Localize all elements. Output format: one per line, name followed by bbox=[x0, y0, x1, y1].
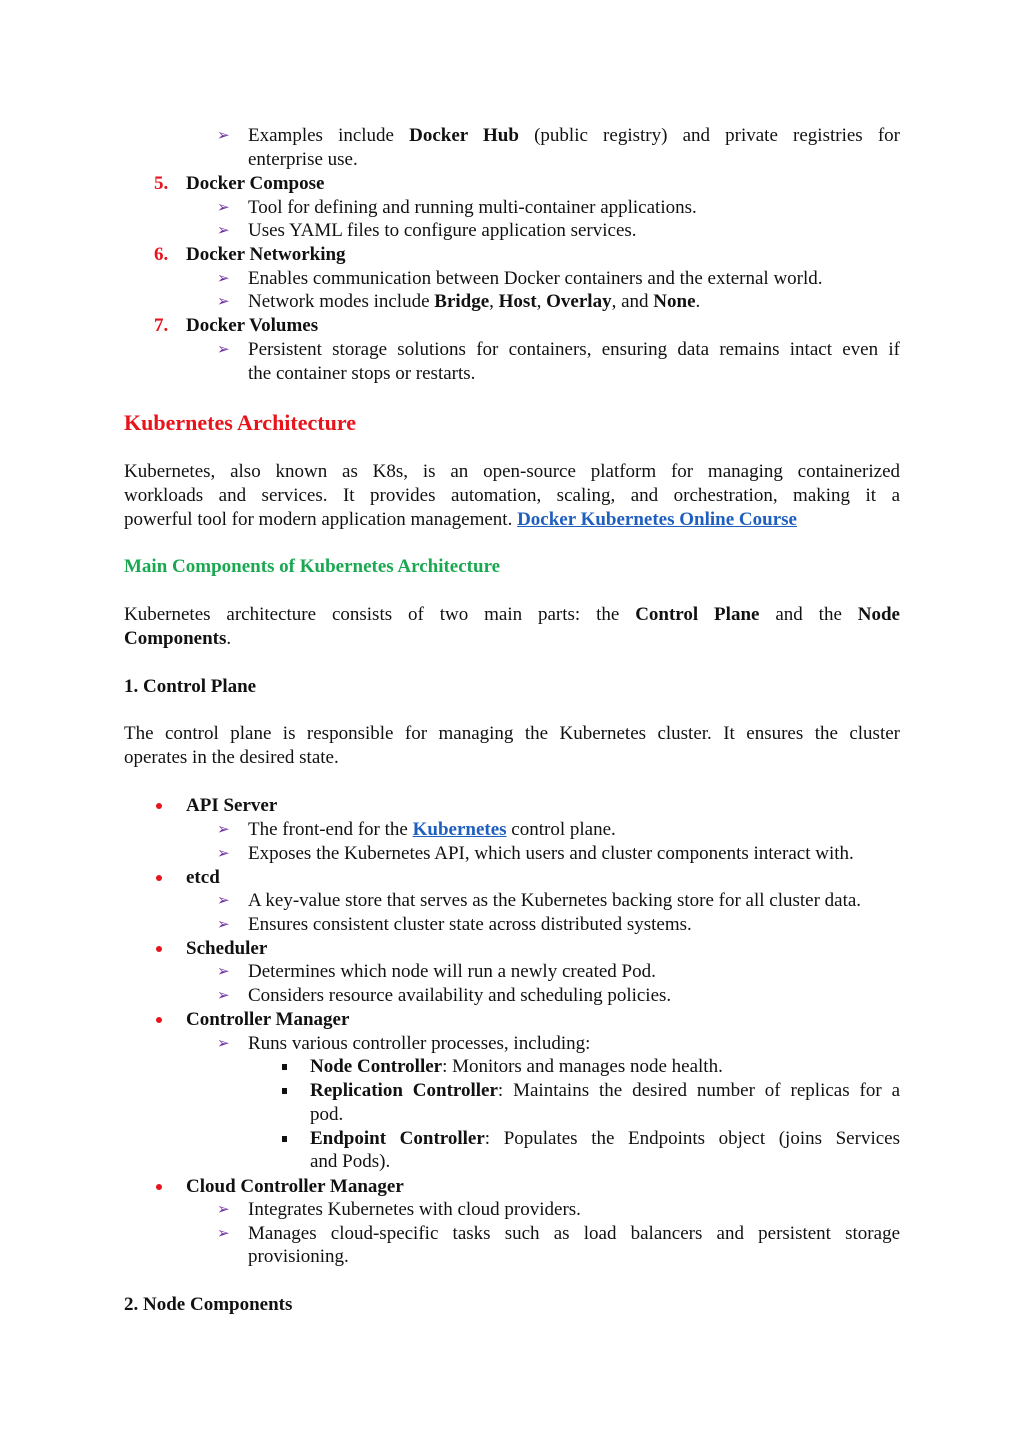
arrow-bullet-icon: ➢ bbox=[217, 988, 230, 1004]
bullet-dot-icon bbox=[156, 946, 162, 952]
paragraph-line: Kubernetes, also known as K8s, is an ope… bbox=[124, 461, 900, 482]
list-bullet-text: A key-value store that serves as the Kub… bbox=[248, 890, 862, 911]
list-bullet-text: Persistent storage solutions for contain… bbox=[248, 339, 900, 360]
list-item-title: Docker Networking bbox=[186, 244, 346, 265]
sub-heading: Main Components of Kubernetes Architectu… bbox=[124, 556, 501, 577]
arrow-bullet-icon: ➢ bbox=[217, 1036, 230, 1052]
list-bullet-text: Exposes the Kubernetes API, which users … bbox=[248, 843, 854, 864]
list-number: 7. bbox=[154, 315, 169, 336]
sub-bullet-text: Node Controller: Monitors and manages no… bbox=[310, 1056, 723, 1077]
list-bullet-text: Network modes include Bridge, Host, Over… bbox=[248, 291, 701, 312]
square-bullet-icon bbox=[282, 1136, 287, 1142]
arrow-bullet-icon: ➢ bbox=[217, 294, 230, 310]
component-title: Scheduler bbox=[186, 938, 268, 959]
arrow-bullet-icon: ➢ bbox=[217, 342, 230, 358]
paragraph-line: workloads and services. It provides auto… bbox=[124, 485, 900, 506]
arrow-bullet-icon: ➢ bbox=[217, 822, 230, 838]
list-bullet-text: Manages cloud-specific tasks such as loa… bbox=[248, 1223, 900, 1244]
sub-bullet-text: Endpoint Controller: Populates the Endpo… bbox=[310, 1128, 900, 1149]
arrow-bullet-icon: ➢ bbox=[217, 128, 230, 144]
sub-bullet-text: pod. bbox=[310, 1104, 344, 1125]
arrow-bullet-icon: ➢ bbox=[217, 1202, 230, 1218]
paragraph-line: powerful tool for modern application man… bbox=[124, 509, 797, 530]
list-bullet-text: Runs various controller processes, inclu… bbox=[248, 1033, 591, 1054]
list-number: 6. bbox=[154, 244, 169, 265]
list-bullet-text: Examples include Docker Hub (public regi… bbox=[248, 125, 900, 146]
control-plane-heading: 1. Control Plane bbox=[124, 676, 257, 697]
list-bullet-text: enterprise use. bbox=[248, 149, 358, 170]
paragraph-line: Kubernetes architecture consists of two … bbox=[124, 604, 900, 625]
bullet-dot-icon bbox=[156, 803, 162, 809]
component-title: API Server bbox=[186, 795, 278, 816]
course-link[interactable]: Docker Kubernetes Online Course bbox=[517, 509, 797, 530]
arrow-bullet-icon: ➢ bbox=[217, 223, 230, 239]
list-bullet-text: Integrates Kubernetes with cloud provide… bbox=[248, 1199, 581, 1220]
arrow-bullet-icon: ➢ bbox=[217, 1226, 230, 1242]
paragraph-line: Components. bbox=[124, 628, 232, 649]
sub-bullet-text: Replication Controller: Maintains the de… bbox=[310, 1080, 900, 1101]
list-bullet-text: the container stops or restarts. bbox=[248, 363, 476, 384]
list-number: 5. bbox=[154, 173, 169, 194]
arrow-bullet-icon: ➢ bbox=[217, 893, 230, 909]
paragraph-line: operates in the desired state. bbox=[124, 747, 339, 768]
node-components-heading: 2. Node Components bbox=[124, 1294, 293, 1315]
list-bullet-text: Considers resource availability and sche… bbox=[248, 985, 672, 1006]
list-bullet-text: Tool for defining and running multi-cont… bbox=[248, 197, 697, 218]
list-bullet-text: The front-end for the Kubernetes control… bbox=[248, 819, 616, 840]
arrow-bullet-icon: ➢ bbox=[217, 200, 230, 216]
list-item-title: Docker Volumes bbox=[186, 315, 319, 336]
section-heading: Kubernetes Architecture bbox=[124, 410, 356, 435]
list-bullet-text: Ensures consistent cluster state across … bbox=[248, 914, 692, 935]
arrow-bullet-icon: ➢ bbox=[217, 271, 230, 287]
arrow-bullet-icon: ➢ bbox=[217, 846, 230, 862]
component-title: Cloud Controller Manager bbox=[186, 1176, 404, 1197]
bullet-dot-icon bbox=[156, 1017, 162, 1023]
list-bullet-text: Enables communication between Docker con… bbox=[248, 268, 823, 289]
sub-bullet-text: and Pods). bbox=[310, 1151, 391, 1172]
list-bullet-text: Uses YAML files to configure application… bbox=[248, 220, 637, 241]
paragraph-line: The control plane is responsible for man… bbox=[124, 723, 900, 744]
list-bullet-text: Determines which node will run a newly c… bbox=[248, 961, 656, 982]
arrow-bullet-icon: ➢ bbox=[217, 917, 230, 933]
component-title: Controller Manager bbox=[186, 1009, 350, 1030]
arrow-bullet-icon: ➢ bbox=[217, 964, 230, 980]
square-bullet-icon bbox=[282, 1088, 287, 1094]
list-item-title: Docker Compose bbox=[186, 173, 325, 194]
bullet-dot-icon bbox=[156, 875, 162, 881]
component-title: etcd bbox=[186, 867, 220, 888]
kubernetes-link[interactable]: Kubernetes bbox=[413, 819, 507, 840]
square-bullet-icon bbox=[282, 1064, 287, 1070]
bullet-dot-icon bbox=[156, 1184, 162, 1190]
list-bullet-text: provisioning. bbox=[248, 1246, 349, 1267]
